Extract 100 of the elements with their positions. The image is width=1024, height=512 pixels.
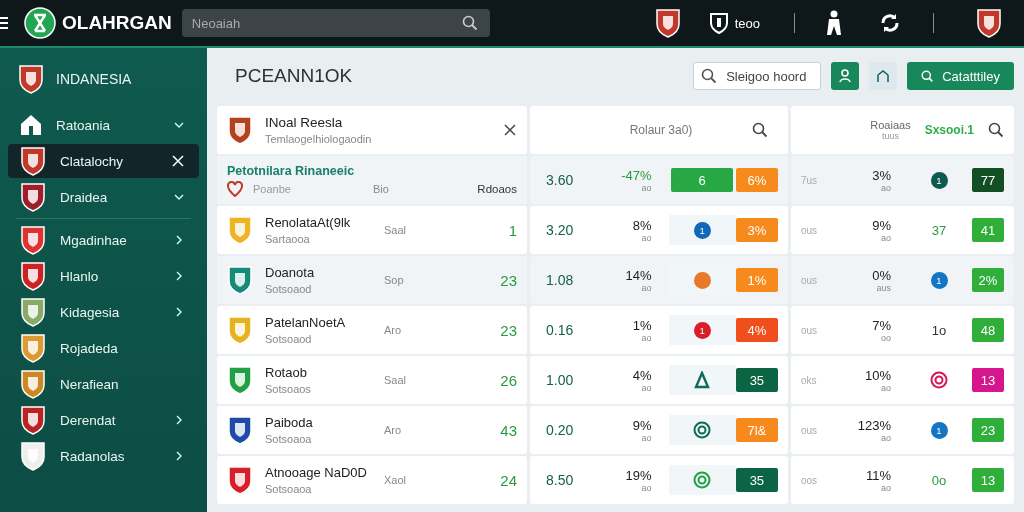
team-name: Doanota	[265, 265, 316, 280]
status-dot: 1	[930, 171, 948, 189]
row-subtitle: Poanbe	[253, 182, 292, 195]
refresh-icon[interactable]	[879, 12, 901, 34]
table-cell-text: ous	[801, 224, 819, 236]
percent-subtext: oo	[881, 332, 891, 343]
table-cell-text: Xaol	[384, 474, 408, 486]
search-field[interactable]: Sleigoo hoord	[693, 62, 822, 90]
search-icon[interactable]	[461, 15, 478, 31]
score-badge: 41	[972, 218, 1004, 242]
table-cell-text: Aro	[384, 424, 403, 436]
team-crest-icon	[654, 8, 681, 38]
table-row[interactable]: Paiboda Sotsoaoa Aro 43	[217, 406, 527, 454]
league-name: INoal Reesla	[265, 115, 344, 130]
team-name: RenolataAt(9lk	[265, 215, 352, 230]
marker-text: 37	[931, 222, 947, 238]
table-cell-text: Saal	[384, 224, 408, 236]
status-dot: 1	[693, 221, 711, 239]
percent-value: 19%	[625, 467, 652, 483]
percent-subtext: ao	[641, 332, 652, 343]
table-cell-text: ous	[801, 324, 819, 336]
percent-subtext: ao	[881, 482, 891, 493]
team-name: PatelanNoetA	[265, 315, 347, 330]
percent-badge: 4%	[735, 318, 778, 342]
percent-value: 11%	[865, 467, 891, 483]
odds-value: 1.08	[546, 272, 575, 288]
column-title: Rolaur 3a0)	[629, 123, 693, 137]
percent-subtext: ao	[881, 382, 891, 393]
team-subtitle: Sotsoaoa	[265, 433, 313, 445]
home-icon	[876, 69, 891, 83]
close-icon[interactable]	[503, 123, 517, 137]
percent-value: 14%	[625, 267, 652, 283]
odds-value: 0.20	[546, 422, 575, 438]
search-icon	[921, 69, 935, 83]
search-icon[interactable]	[752, 122, 769, 138]
odds-value: 0.16	[546, 322, 575, 338]
odds-value: 8.50	[546, 472, 575, 488]
team-subtitle: Sotsoaod	[265, 283, 313, 295]
team-subtitle: Sotsoaod	[265, 333, 313, 345]
score-value: 43	[499, 421, 517, 439]
percent-subtext: ao	[641, 482, 652, 493]
sidebar-item[interactable]: Hlanlo	[8, 259, 199, 293]
sidebar-item[interactable]: Rojadeda	[8, 331, 199, 365]
table-row[interactable]: Rotaob Sotsoaos Saal 26	[217, 356, 527, 404]
score-badge: 48	[972, 318, 1004, 342]
crest-icon	[20, 297, 46, 327]
primary-button[interactable]: Catatttiley	[907, 62, 1014, 90]
shield-icon[interactable]	[708, 12, 729, 34]
table-cell-text: Aro	[384, 324, 403, 336]
percent-subtext: ao	[641, 282, 652, 293]
table-cell-text: Saal	[384, 374, 408, 386]
menu-icon[interactable]	[0, 16, 8, 30]
sidebar-item[interactable]: Radanolas	[8, 439, 199, 473]
sidebar-item[interactable]: Draidea	[8, 180, 199, 214]
crest-icon	[20, 405, 46, 435]
crest-icon	[20, 261, 46, 291]
table-row[interactable]: Doanota Sotsoaod Sop 23	[217, 256, 527, 304]
user-label[interactable]: teoo	[734, 15, 760, 31]
crest-icon	[20, 441, 46, 471]
sidebar-item[interactable]: Mgadinhae	[8, 223, 199, 257]
table-row[interactable]: PatelanNoetA Sotsoaod Aro 23	[217, 306, 527, 354]
crest-icon	[20, 225, 46, 255]
table-row[interactable]: Petotnilara Rinaneeic Poanbe Bio Rdoaos	[217, 156, 527, 204]
table-cell-text: oks	[801, 374, 818, 386]
percent-value: 123%	[857, 417, 891, 433]
table-cell-text: Sop	[384, 274, 405, 286]
search-icon[interactable]	[988, 122, 1004, 138]
team-subtitle: Sartaooa	[265, 233, 311, 245]
sidebar-title: INDANESIA	[56, 71, 132, 87]
score-value: 24	[499, 471, 517, 489]
sidebar-item[interactable]: Clatalochy	[8, 144, 199, 178]
crest-icon	[20, 333, 46, 363]
table-row[interactable]: Atnooage NaD0D Sotsoaoa Xaol 24	[217, 456, 527, 504]
search-icon[interactable]	[701, 68, 718, 84]
percent-value: 9%	[872, 217, 891, 233]
team-name: Atnooage NaD0D	[265, 465, 368, 480]
search-field[interactable]: Neoaiah	[181, 9, 490, 37]
user-button[interactable]	[831, 62, 860, 90]
team-name: Paiboda	[265, 415, 314, 430]
table-row[interactable]: RenolataAt(9lk Sartaooa Saal 1	[217, 206, 527, 254]
percent-value: 0%	[872, 267, 891, 283]
crest-icon	[20, 146, 46, 176]
score-value: 1	[507, 221, 517, 239]
team-name: Rotaob	[265, 365, 308, 380]
percent-badge: 35	[735, 368, 778, 392]
percent-subtext: ao	[641, 232, 652, 243]
home-icon	[20, 114, 42, 136]
score-badge: 77	[972, 168, 1004, 192]
sidebar-item[interactable]: Kidagesia	[8, 295, 199, 329]
team-subtitle: Sotsoaoa	[265, 483, 313, 495]
sidebar-item[interactable]: Derendat	[8, 403, 199, 437]
percent-badge: 1%	[735, 268, 778, 292]
sidebar-item[interactable]: Ratoania	[8, 108, 199, 142]
sidebar-item[interactable]: Nerafiean	[8, 367, 199, 401]
crest-icon	[20, 369, 46, 399]
page-title: PCEANN1OK	[235, 65, 354, 87]
score-value: 26	[499, 371, 517, 389]
home-button[interactable]	[869, 62, 898, 90]
country-crest-icon	[18, 64, 44, 94]
status-dot: 1	[930, 421, 948, 439]
